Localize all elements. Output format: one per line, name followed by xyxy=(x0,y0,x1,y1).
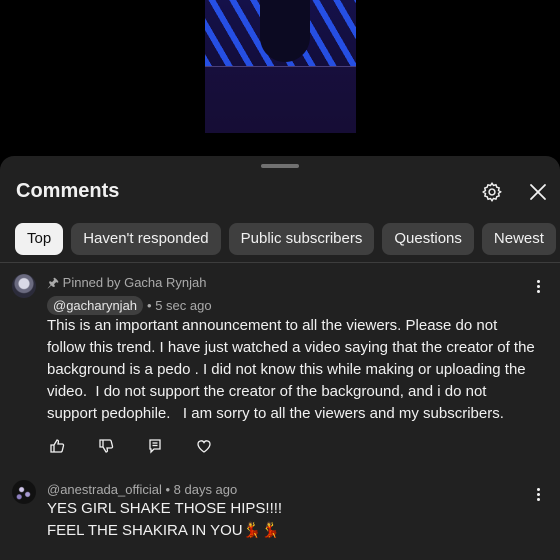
pinned-label: 🖈 Pinned by Gacha Rynjah xyxy=(47,275,207,290)
chip-questions[interactable]: Questions xyxy=(382,223,474,255)
comment-text: This is an important announcement to all… xyxy=(47,317,539,422)
comments-sheet: Comments Top Haven't responded Public su… xyxy=(0,156,560,560)
chip-top[interactable]: Top xyxy=(15,223,64,255)
video-frame[interactable] xyxy=(205,0,356,133)
author-handle[interactable]: @gacharynjah xyxy=(47,296,144,315)
video-divider-line xyxy=(205,66,356,67)
comment-time: • 5 sec ago xyxy=(147,298,212,313)
dislike-icon[interactable] xyxy=(96,436,116,456)
filter-chips: Top Haven't responded Public subscribers… xyxy=(15,223,556,255)
comments-title: Comments xyxy=(16,180,120,202)
like-icon[interactable] xyxy=(47,436,67,456)
reply-icon[interactable] xyxy=(145,436,165,456)
divider xyxy=(0,262,560,263)
comment-author-time[interactable]: @anestrada_official • 8 days ago xyxy=(47,482,237,497)
close-icon[interactable] xyxy=(524,178,552,206)
chip-havent-responded[interactable]: Haven't responded xyxy=(71,223,221,255)
avatar[interactable] xyxy=(12,480,36,504)
character-silhouette xyxy=(260,0,310,62)
avatar[interactable] xyxy=(12,274,36,298)
drag-handle[interactable] xyxy=(261,164,299,168)
comment-meta: @anestrada_official • 8 days ago xyxy=(47,482,237,497)
comment-text-line: FEEL THE SHAKIRA IN YOU💃💃 xyxy=(47,522,280,539)
comment-meta: @gacharynjah • 5 sec ago xyxy=(47,296,212,315)
heart-icon[interactable] xyxy=(194,436,214,456)
pin-icon: 🖈 xyxy=(47,275,60,290)
gear-icon[interactable] xyxy=(478,178,506,206)
chip-newest[interactable]: Newest xyxy=(481,223,556,255)
comment-text-line: YES GIRL SHAKE THOSE HIPS!!!! xyxy=(47,500,283,517)
more-options-icon[interactable] xyxy=(532,276,544,296)
chip-public-subscribers[interactable]: Public subscribers xyxy=(228,223,375,255)
video-player[interactable] xyxy=(0,0,560,158)
comment-actions xyxy=(47,436,243,456)
